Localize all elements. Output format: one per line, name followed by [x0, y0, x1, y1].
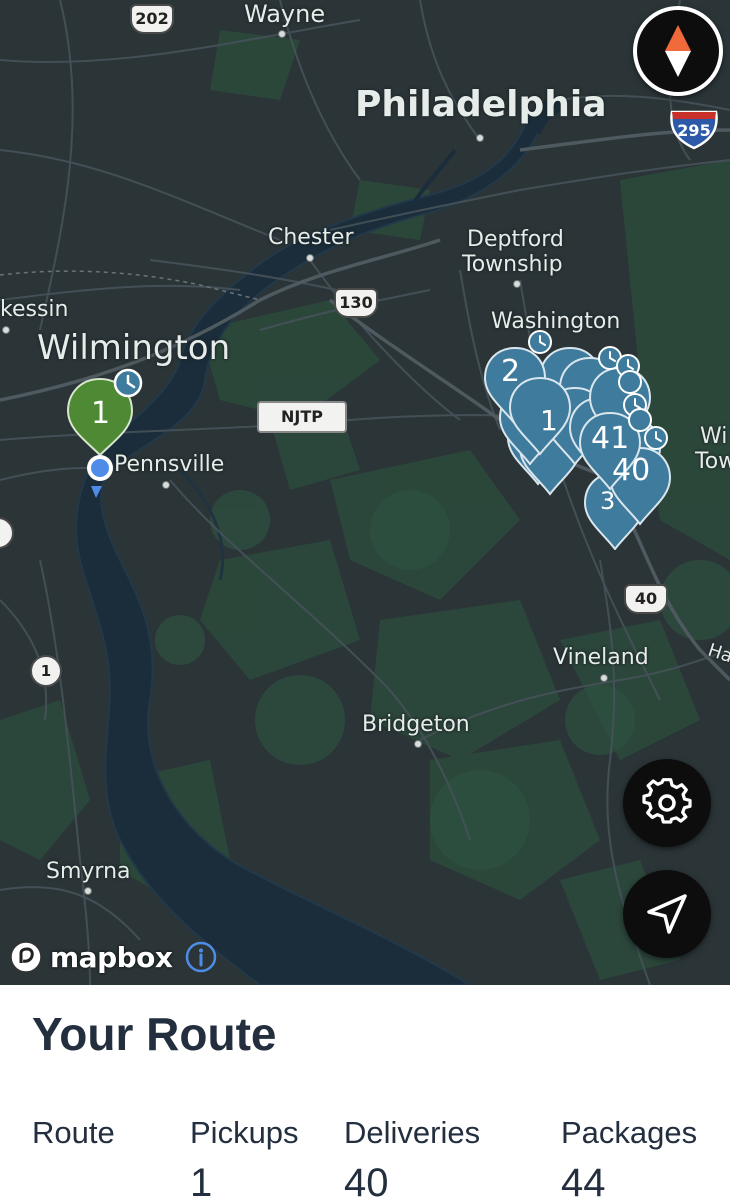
panel-title: Your Route	[32, 1008, 277, 1060]
place-deptford-line1: Deptford	[467, 227, 564, 252]
deptford-marker	[513, 280, 521, 288]
info-icon[interactable]	[184, 940, 218, 974]
us-40-shield: 40	[624, 584, 668, 614]
compass-button[interactable]	[633, 6, 723, 96]
place-smyrna: Smyrna	[46, 859, 131, 884]
us-130-shield: 130	[334, 288, 378, 318]
i-295-shield: 295	[668, 110, 720, 150]
current-location-marker	[87, 455, 113, 498]
settings-button[interactable]	[623, 759, 711, 847]
stat-packages-value: 44	[561, 1161, 606, 1200]
stat-route-label: Route	[32, 1115, 115, 1150]
pennsville-marker	[162, 481, 170, 489]
mapbox-attribution[interactable]: mapbox	[8, 938, 218, 976]
place-deptford-line2: Township	[462, 252, 563, 277]
mapbox-wordmark: mapbox	[50, 940, 173, 974]
place-kessin: kessin	[0, 297, 69, 322]
stat-pickups: Pickups 1	[190, 1115, 299, 1200]
njtp-shield: NJTP	[257, 401, 347, 433]
stat-deliveries-label: Deliveries	[344, 1115, 481, 1150]
place-vineland: Vineland	[553, 645, 649, 670]
us-202-shield: 202	[130, 4, 174, 34]
recenter-button[interactable]	[623, 870, 711, 958]
i-295-label: 295	[677, 121, 711, 140]
bridgeton-marker	[414, 740, 422, 748]
place-wayne: Wayne	[244, 0, 326, 28]
pickup-pin-label: 1	[91, 396, 111, 431]
kessin-marker	[2, 326, 10, 334]
delivery-pin-2-label: 2	[501, 354, 521, 389]
gear-icon	[642, 778, 692, 824]
stat-route: Route	[32, 1115, 115, 1161]
de-1-shield: 1	[30, 655, 62, 687]
wayne-marker	[278, 30, 286, 38]
delivery-pin-3x-label: 3	[600, 487, 616, 515]
stat-pickups-value: 1	[190, 1161, 213, 1200]
navigation-arrow-icon	[647, 894, 687, 934]
compass-icon	[665, 25, 691, 77]
place-philadelphia: Philadelphia	[355, 84, 607, 125]
mapbox-logo-icon	[10, 941, 42, 973]
place-wilmington: Wilmington	[37, 328, 231, 368]
chester-marker	[306, 254, 314, 262]
vineland-marker	[600, 674, 608, 682]
delivery-pin-40-label: 40	[612, 453, 651, 488]
delivery-pin-1x-label: 1	[540, 404, 558, 437]
place-wi-partial: Wi	[700, 424, 728, 449]
smyrna-marker	[84, 887, 92, 895]
route-map[interactable]: Wayne Philadelphia Chester Deptford Town…	[0, 0, 730, 985]
delivery-pin-41-label: 41	[591, 421, 630, 456]
stat-pickups-label: Pickups	[190, 1115, 299, 1150]
place-bridgeton: Bridgeton	[362, 712, 470, 737]
place-tow-partial: Tow	[695, 449, 730, 474]
place-chester: Chester	[268, 225, 354, 250]
stat-deliveries-value: 40	[344, 1161, 389, 1200]
stat-deliveries: Deliveries 40	[344, 1115, 480, 1200]
stat-packages: Packages 44	[561, 1115, 697, 1200]
route-summary-panel: Your Route Route Pickups 1 Deliveries 40…	[0, 985, 730, 1200]
stat-packages-label: Packages	[561, 1115, 698, 1150]
philadelphia-marker	[476, 134, 484, 142]
